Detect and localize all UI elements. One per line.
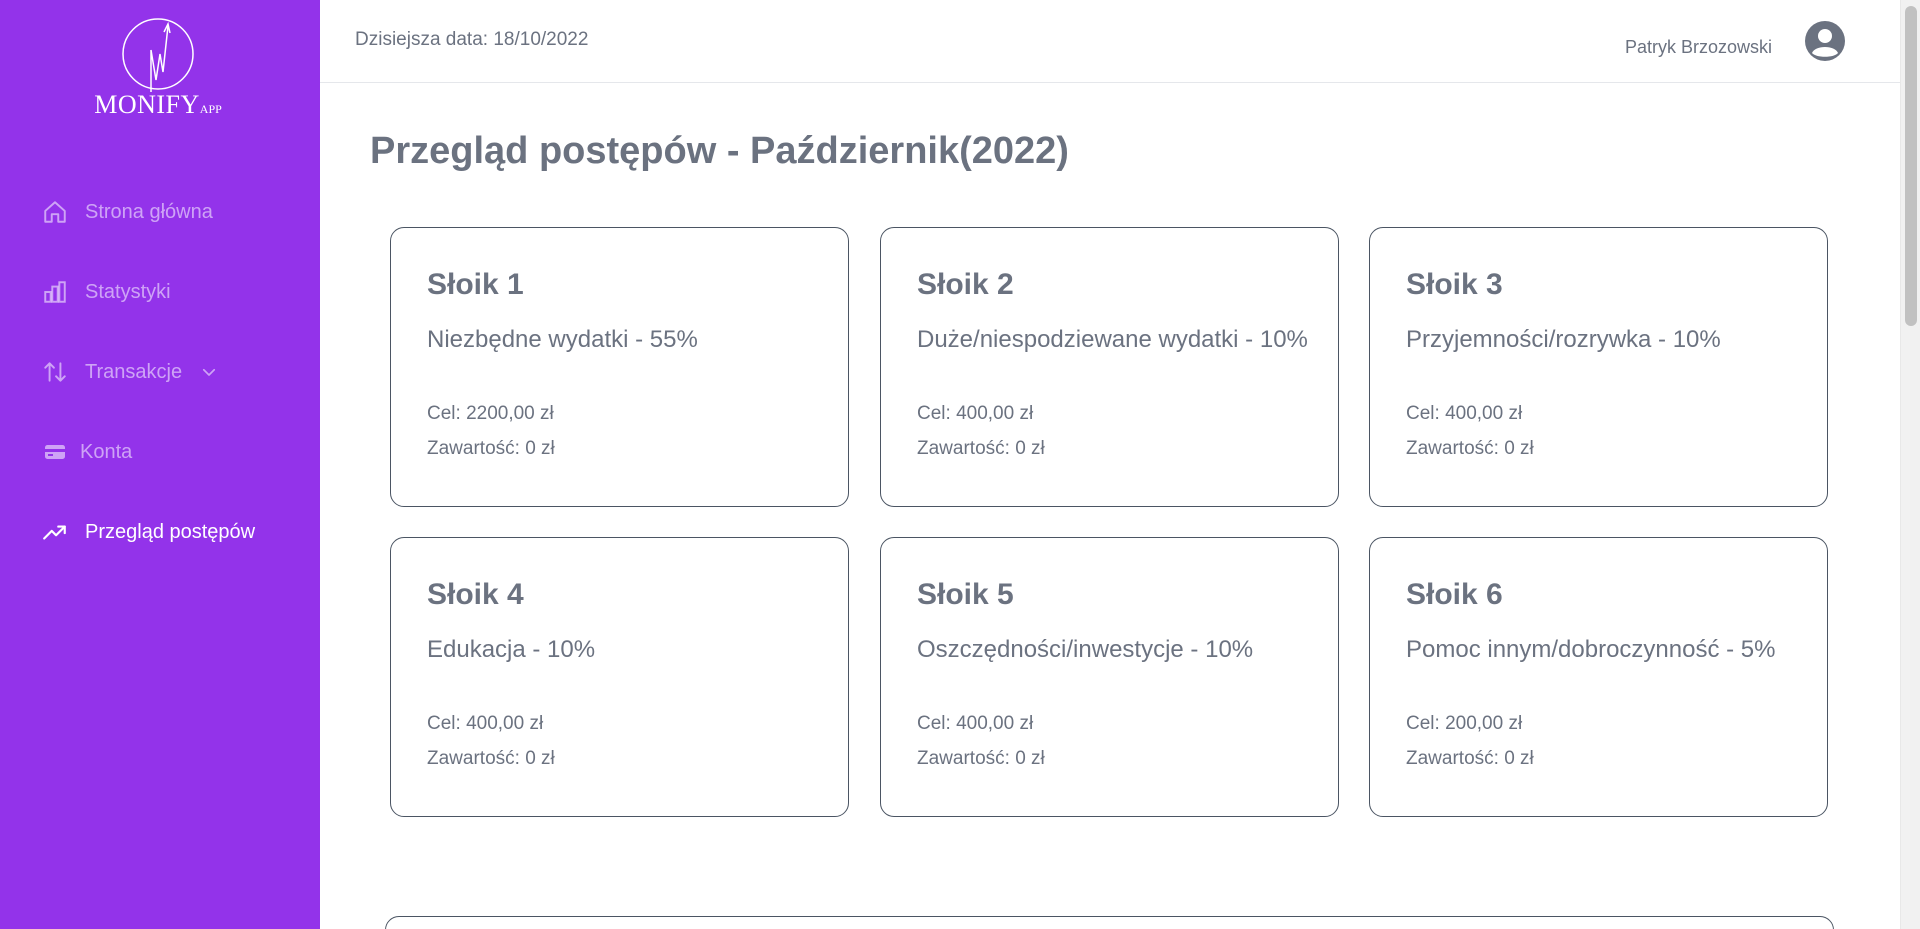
sidebar: MONIFYAPP Strona główna Statystyki Trans… bbox=[0, 0, 320, 929]
sidebar-item-label: Transakcje bbox=[85, 360, 183, 383]
credit-card-icon bbox=[40, 437, 70, 467]
jar-title: Słoik 2 bbox=[917, 268, 1014, 301]
jar-goal: Cel: 400,00 zł bbox=[917, 713, 1034, 734]
home-icon bbox=[40, 197, 70, 227]
logo-emblem-icon bbox=[122, 18, 194, 92]
jar-goal: Cel: 400,00 zł bbox=[427, 713, 544, 734]
jar-card: Słoik 3 Przyjemności/rozrywka - 10% Cel:… bbox=[1369, 227, 1828, 507]
jar-description: Oszczędności/inwestycje - 10% bbox=[917, 636, 1254, 663]
chevron-down-icon[interactable] bbox=[200, 363, 218, 381]
sidebar-item-label: Konta bbox=[80, 440, 133, 463]
jar-goal: Cel: 2200,00 zł bbox=[427, 403, 554, 424]
jar-card: Słoik 2 Duże/niespodziewane wydatki - 10… bbox=[880, 227, 1339, 507]
sidebar-item-home[interactable]: Strona główna bbox=[40, 192, 213, 232]
jar-description: Pomoc innym/dobroczynność - 5% bbox=[1406, 636, 1776, 663]
bar-chart-icon bbox=[40, 277, 70, 307]
page-scrollbar[interactable] bbox=[1900, 0, 1920, 929]
arrows-up-down-icon bbox=[40, 357, 70, 387]
jar-content: Zawartość: 0 zł bbox=[427, 748, 555, 769]
jar-title: Słoik 1 bbox=[427, 268, 524, 301]
jar-title: Słoik 3 bbox=[1406, 268, 1503, 301]
jar-content: Zawartość: 0 zł bbox=[1406, 748, 1534, 769]
jar-card: Słoik 5 Oszczędności/inwestycje - 10% Ce… bbox=[880, 537, 1339, 817]
sidebar-item-label: Statystyki bbox=[85, 280, 171, 303]
scrollbar-thumb[interactable] bbox=[1905, 6, 1917, 326]
jar-content: Zawartość: 0 zł bbox=[917, 438, 1045, 459]
app-logo[interactable]: MONIFYAPP bbox=[88, 14, 228, 124]
jar-description: Niezbędne wydatki - 55% bbox=[427, 326, 698, 353]
sidebar-item-accounts[interactable]: Konta bbox=[40, 432, 132, 472]
jar-description: Duże/niespodziewane wydatki - 10% bbox=[917, 326, 1308, 353]
current-date: Dzisiejsza data: 18/10/2022 bbox=[355, 29, 589, 50]
sidebar-item-stats[interactable]: Statystyki bbox=[40, 272, 171, 312]
jar-title: Słoik 5 bbox=[917, 578, 1014, 611]
user-avatar-icon bbox=[1805, 21, 1845, 61]
jar-description: Edukacja - 10% bbox=[427, 636, 596, 663]
top-header: Dzisiejsza data: 18/10/2022 Patryk Brzoz… bbox=[320, 0, 1900, 83]
jar-content: Zawartość: 0 zł bbox=[1406, 438, 1534, 459]
jar-description: Przyjemności/rozrywka - 10% bbox=[1406, 326, 1721, 353]
jar-goal: Cel: 400,00 zł bbox=[917, 403, 1034, 424]
sidebar-item-label: Przegląd postępów bbox=[85, 520, 256, 543]
jar-title: Słoik 6 bbox=[1406, 578, 1503, 611]
jar-card: Słoik 4 Edukacja - 10% Cel: 400,00 zł Za… bbox=[390, 537, 849, 817]
avatar[interactable] bbox=[1805, 21, 1845, 61]
jar-content: Zawartość: 0 zł bbox=[427, 438, 555, 459]
jar-card: Słoik 1 Niezbędne wydatki - 55% Cel: 220… bbox=[390, 227, 849, 507]
sidebar-item-label: Strona główna bbox=[85, 200, 213, 223]
page-title: Przegląd postępów - Październik(2022) bbox=[370, 130, 1069, 172]
jar-goal: Cel: 200,00 zł bbox=[1406, 713, 1523, 734]
user-name[interactable]: Patryk Brzozowski bbox=[1625, 37, 1772, 58]
logo-text: MONIFYAPP bbox=[94, 90, 222, 119]
jar-title: Słoik 4 bbox=[427, 578, 524, 611]
jar-content: Zawartość: 0 zł bbox=[917, 748, 1045, 769]
sidebar-item-progress[interactable]: Przegląd postępów bbox=[40, 512, 255, 552]
sidebar-item-transactions[interactable]: Transakcje bbox=[40, 352, 218, 392]
bottom-panel bbox=[385, 916, 1834, 929]
trending-up-icon bbox=[40, 517, 70, 547]
jar-goal: Cel: 400,00 zł bbox=[1406, 403, 1523, 424]
jar-card: Słoik 6 Pomoc innym/dobroczynność - 5% C… bbox=[1369, 537, 1828, 817]
